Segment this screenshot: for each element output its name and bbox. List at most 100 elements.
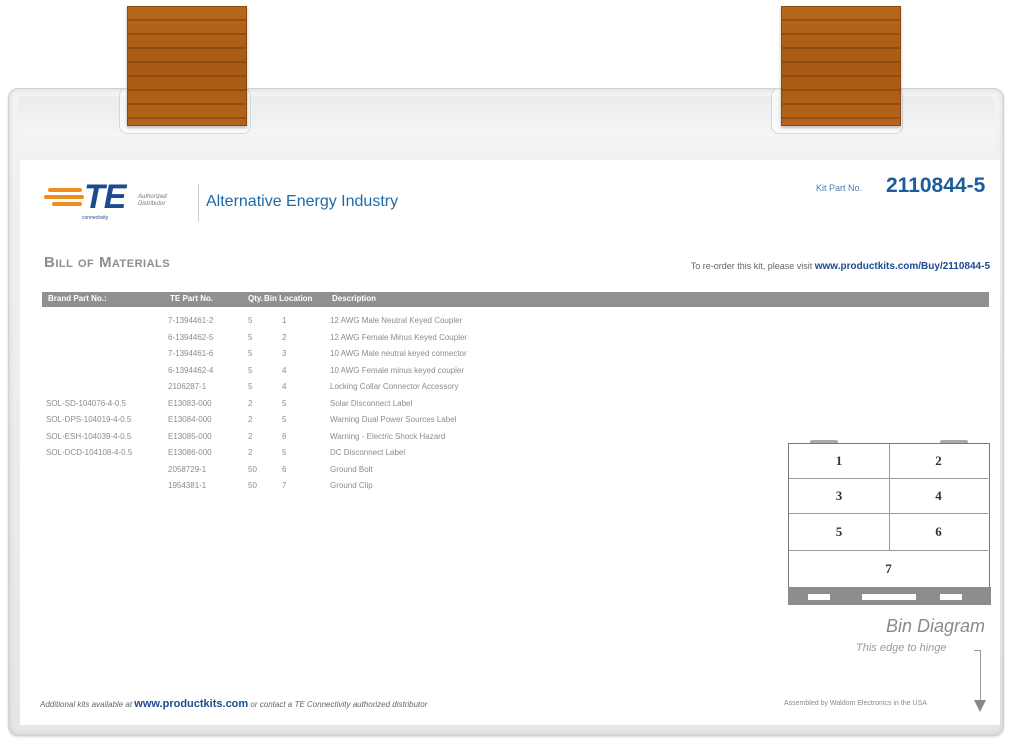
bin-cell: 5 [282,415,287,424]
col-te-part: TE Part No. [170,294,214,303]
assembled-by-note: Assembled by Waldom Electronics in the U… [784,700,927,707]
header-divider [198,184,199,222]
description-cell: 10 AWG Female minus keyed coupler [330,365,464,375]
brand-part-cell: SOL-DPS-104019-4-0.5 [46,415,132,424]
te-part-cell: E13083-000 [168,398,212,408]
table-row: 6-1394462-5 5 2 12 AWG Female Minus Keyed C… [42,330,662,347]
bin-cell: 5 [282,398,287,408]
bin-cell: 4 [282,365,287,375]
bin-2: 2 [889,444,988,479]
reorder-text: To re-order this kit, please visit [690,261,813,271]
te-part-cell: 7-1394461-6 [168,349,214,358]
authorized-distributor-label: Authorized Distributor [138,194,167,207]
bin-3: 3 [789,479,890,514]
hinge-note: This edge to hinge [856,642,947,654]
kit-part-label: Kit Part No. [816,183,863,193]
tray-slot [940,594,962,600]
table-row: SOL-ESH-104039-4-0.5 E13085-000 2 6 Warning … [42,429,662,446]
bin-6: 6 [889,514,988,551]
qty-cell: 50 [248,464,257,474]
table-row: SOL-DPS-104019-4-0.5 E13084-000 2 5 Warning … [42,412,662,429]
te-logo-icon [44,188,84,208]
bin-cell: 2 [282,332,287,342]
te-part-cell: 6-1394462-5 [168,332,214,342]
description-cell: Ground Bolt [330,464,373,474]
table-row: 7-1394461-6 5 3 10 AWG Male neutral keyed c… [42,346,662,363]
bom-table-header: Brand Part No.: TE Part No. Qty. Bin Loc… [42,292,989,307]
description-cell: Warning Dual Power Sources Label [330,415,457,424]
bin-diagram: 1 2 3 4 5 6 7 [788,443,990,605]
brand-part-cell: SOL-ESH-104039-4-0.5 [46,431,132,441]
bin-1: 1 [789,444,890,479]
qty-cell: 5 [248,349,253,358]
description-cell: Ground Clip [330,481,373,490]
col-qty: Qty. [248,294,263,303]
te-part-cell: 2058729-1 [168,464,207,474]
col-description: Description [332,294,377,303]
te-part-cell: E13085-000 [168,431,212,441]
qty-cell: 2 [248,431,253,441]
qty-cell: 2 [248,398,253,408]
bin-cell: 1 [282,316,287,325]
footer-link[interactable]: www.productkits.com [134,698,248,710]
table-row: SOL-DCD-104108-4-0.5 E13086-000 2 5 DC Disco… [42,445,662,462]
reorder-note: To re-order this kit, please visit www.p… [691,261,990,272]
table-row: SOL-SD-104076-4-0.5 E13083-000 2 5 Solar Dis… [42,396,662,413]
description-cell: 12 AWG Male Neutral Keyed Coupler [330,316,463,325]
bin-diagram-caption: Bin Diagram [886,616,986,636]
bin-cell: 7 [282,481,287,490]
brand-part-cell: SOL-SD-104076-4-0.5 [46,398,127,408]
tray-slot [862,594,916,600]
te-part-cell: E13084-000 [168,415,212,424]
te-part-cell: 6-1394462-4 [168,365,214,375]
description-cell: Warning - Electric Shock Hazard [330,431,446,441]
te-logo-text: TE [84,178,126,216]
table-row: 2058729-1 50 6 Ground Bolt [42,462,662,479]
footer-suffix: or contact a TE Connectivity authorized … [250,700,428,709]
qty-cell: 5 [248,316,253,325]
qty-cell: 5 [248,332,253,342]
bin-tray-base [788,587,991,605]
kit-part-number: 2110844-5 [886,174,986,197]
bin-cell: 4 [282,382,287,391]
footer-note: Additional kits available at www.product… [40,698,427,710]
qty-cell: 50 [248,481,257,490]
tray-slot [808,594,830,600]
col-brand-part: Brand Part No.: [48,294,107,303]
te-part-cell: E13086-000 [168,448,212,457]
table-row: 7-1394461-2 5 1 12 AWG Male Neutral Keyed C… [42,313,662,330]
right-hanger-tab [781,6,901,126]
bin-cell: 6 [282,464,287,474]
col-bin-location: Bin Location [264,294,313,303]
te-part-cell: 1954381-1 [168,481,207,490]
table-row: 6-1394462-4 5 4 10 AWG Female minus keyed c… [42,363,662,380]
te-part-cell: 7-1394461-2 [168,316,214,325]
qty-cell: 5 [248,365,253,375]
brand-part-cell: SOL-DCD-104108-4-0.5 [46,448,133,457]
bin-4: 4 [889,479,988,514]
bom-table-body: 7-1394461-2 5 1 12 AWG Male Neutral Keyed C… [42,313,662,495]
bom-title: Bill of Materials [44,254,171,271]
description-cell: 12 AWG Female Minus Keyed Coupler [330,332,468,342]
qty-cell: 2 [248,448,253,457]
reorder-link[interactable]: www.productkits.com/Buy/2110844-5 [815,261,990,272]
description-cell: Locking Collar Connector Accessory [330,382,459,391]
te-logo-subtext: connectivity [82,215,109,221]
bin-5: 5 [789,514,890,551]
qty-cell: 5 [248,382,253,391]
qty-cell: 2 [248,415,253,424]
table-row: 1954381-1 50 7 Ground Clip [42,478,662,495]
te-part-cell: 2106287-1 [168,382,207,391]
industry-title: Alternative Energy Industry [206,193,399,210]
bom-card: TE connectivity Authorized Distributor A… [20,160,1000,725]
down-arrow-icon [974,700,986,712]
description-cell: 10 AWG Male neutral keyed connector [330,349,467,358]
bin-cell: 5 [282,448,287,457]
table-row: 2106287-1 5 4 Locking Collar Connector Acce… [42,379,662,396]
bin-cell: 6 [282,431,287,441]
left-hanger-tab [127,6,247,126]
hinge-leader-line [974,650,981,707]
description-cell: Solar Disconnect Label [330,398,413,408]
description-cell: DC Disconnect Label [330,448,406,457]
footer-prefix: Additional kits available at [40,700,133,709]
